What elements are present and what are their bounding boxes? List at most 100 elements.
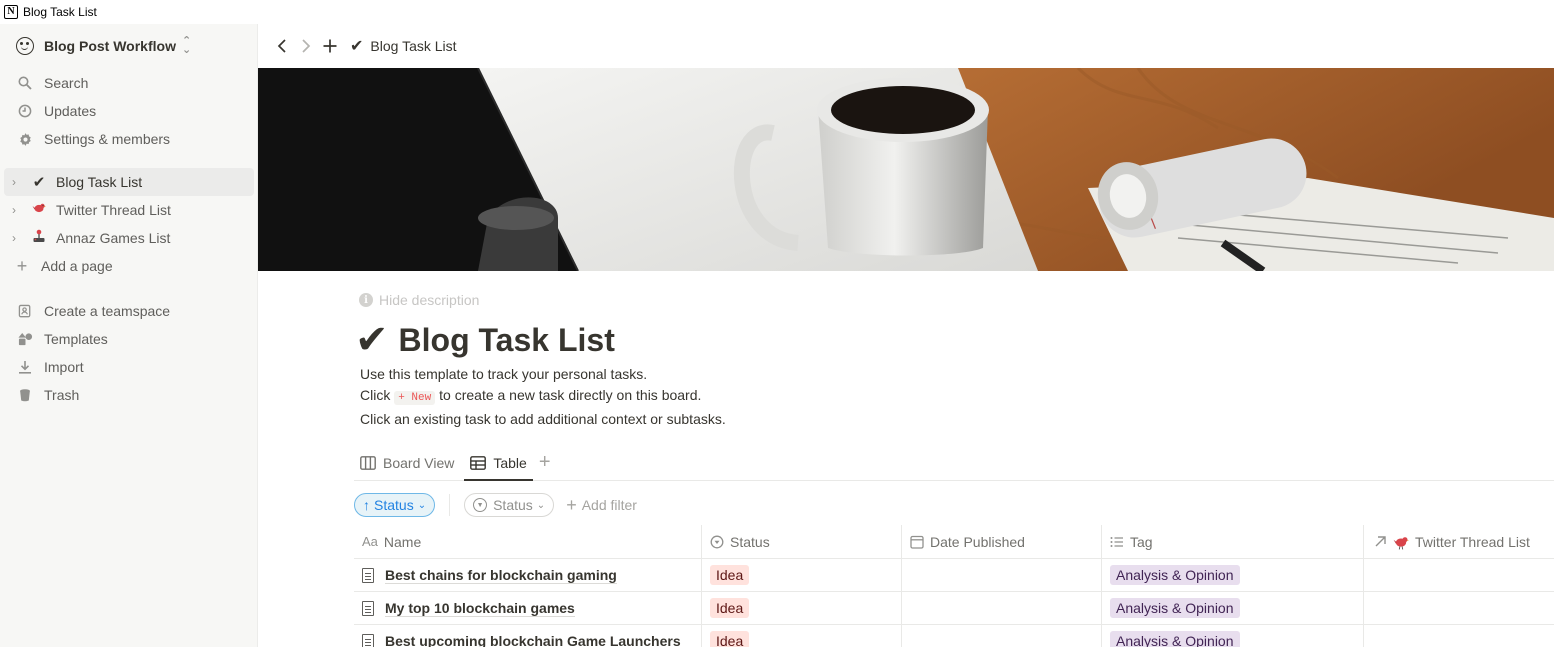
sidebar-page-twitter-thread-list[interactable]: › Twitter Thread List — [0, 196, 257, 224]
cell-twitter-thread-list[interactable] — [1364, 559, 1554, 591]
search-icon — [17, 75, 33, 91]
forward-arrow-icon[interactable] — [294, 34, 318, 58]
page-cover-image[interactable] — [258, 68, 1554, 271]
sidebar-page-label: Annaz Games List — [56, 230, 171, 246]
cell-tag[interactable]: Analysis & Opinion — [1102, 592, 1364, 624]
back-arrow-icon[interactable] — [270, 34, 294, 58]
add-page-button[interactable]: + Add a page — [0, 252, 257, 280]
cell-date-published[interactable] — [902, 559, 1102, 591]
sidebar-item-label: Trash — [44, 387, 80, 403]
tab-label: Board View — [383, 454, 455, 471]
sidebar-page-label: Twitter Thread List — [56, 202, 171, 218]
column-header-date-published[interactable]: Date Published — [902, 525, 1102, 558]
row-title[interactable]: Best upcoming blockchain Game Launchers — [385, 633, 681, 647]
check-mark-icon: ✔ — [350, 38, 364, 55]
divider — [449, 494, 451, 516]
page-title[interactable]: ✔ Blog Task List — [355, 318, 615, 362]
inline-code-new: + New — [394, 391, 436, 405]
sidebar-item-settings[interactable]: Settings & members — [0, 125, 257, 153]
table-row[interactable]: Best upcoming blockchain Game Launchers … — [354, 625, 1554, 647]
tab-board-view[interactable]: Board View — [354, 446, 460, 479]
cell-status[interactable]: Idea — [702, 559, 902, 591]
sidebar-item-label: Updates — [44, 103, 97, 119]
column-header-tag[interactable]: Tag — [1102, 525, 1364, 558]
column-header-twitter-thread-list[interactable]: Twitter Thread List — [1364, 525, 1554, 558]
page-description[interactable]: Use this template to track your personal… — [360, 364, 726, 430]
sidebar-item-label: Search — [44, 75, 89, 91]
sidebar-page-label: Blog Task List — [56, 174, 143, 190]
add-view-plus-icon[interactable]: + — [539, 446, 551, 479]
cell-tag[interactable]: Analysis & Opinion — [1102, 559, 1364, 591]
cell-twitter-thread-list[interactable] — [1364, 625, 1554, 647]
sort-pill[interactable]: ↑ Status ⌄ — [354, 493, 436, 517]
row-title[interactable]: My top 10 blockchain games — [385, 600, 575, 617]
cell-date-published[interactable] — [902, 592, 1102, 624]
row-title[interactable]: Best chains for blockchain gaming — [385, 567, 617, 584]
sidebar-item-search[interactable]: Search — [0, 69, 257, 97]
sidebar-page-annaz-games-list[interactable]: › Annaz Games List — [0, 224, 257, 252]
teamspace-icon — [17, 303, 33, 319]
cell-tag[interactable]: Analysis & Opinion — [1102, 625, 1364, 647]
tab-table[interactable]: Table — [464, 446, 533, 481]
chevron-right-icon[interactable]: › — [12, 231, 26, 245]
bird-icon — [30, 201, 48, 219]
cell-twitter-thread-list[interactable] — [1364, 592, 1554, 624]
arrow-up-icon: ↑ — [363, 497, 370, 513]
add-filter-button[interactable]: + Add filter — [566, 495, 637, 516]
relation-arrow-icon — [1374, 535, 1387, 548]
chevron-right-icon[interactable]: › — [12, 203, 26, 217]
workspace-switcher[interactable]: Blog Post Workflow ⌃ ⌄ — [10, 33, 191, 59]
updown-chevron-icon: ⌃ ⌄ — [181, 35, 192, 56]
workspace-name: Blog Post Workflow — [44, 38, 176, 54]
sidebar-item-create-teamspace[interactable]: Create a teamspace — [0, 297, 257, 325]
document-icon — [362, 600, 374, 616]
gear-icon — [17, 131, 33, 147]
check-mark-icon[interactable]: ✔ — [355, 320, 389, 360]
status-badge: Idea — [710, 565, 750, 585]
sidebar-item-import[interactable]: Import — [0, 353, 257, 381]
table-row[interactable]: Best chains for blockchain gaming Idea A… — [354, 559, 1554, 592]
table-row[interactable]: My top 10 blockchain games Idea Analysis… — [354, 592, 1554, 625]
sidebar: Blog Post Workflow ⌃ ⌄ Search Updates Set… — [0, 24, 258, 647]
hide-description-button[interactable]: i Hide description — [359, 292, 479, 308]
column-label: Date Published — [930, 533, 1025, 550]
cell-status[interactable]: Idea — [702, 625, 902, 647]
cell-name[interactable]: Best upcoming blockchain Game Launchers — [354, 625, 702, 647]
column-header-status[interactable]: Status — [702, 525, 902, 558]
view-tabs: Board View Table + — [354, 446, 1554, 481]
hide-description-label: Hide description — [379, 292, 480, 308]
cell-date-published[interactable] — [902, 625, 1102, 647]
status-icon — [710, 535, 724, 549]
sidebar-item-label: Create a teamspace — [44, 303, 171, 319]
new-page-plus-icon[interactable] — [318, 34, 342, 58]
chevron-right-icon[interactable]: › — [12, 175, 26, 189]
description-line-3: Click an existing task to add additional… — [360, 411, 726, 427]
page-title-text[interactable]: Blog Task List — [399, 322, 615, 359]
sidebar-item-templates[interactable]: Templates — [0, 325, 257, 353]
description-line-1: Use this template to track your personal… — [360, 366, 648, 382]
sidebar-item-trash[interactable]: Trash — [0, 381, 257, 409]
sidebar-page-blog-task-list[interactable]: › ✔ Blog Task List — [4, 168, 254, 196]
cell-status[interactable]: Idea — [702, 592, 902, 624]
cell-name[interactable]: My top 10 blockchain games — [354, 592, 702, 624]
window-titlebar: N Blog Task List — [0, 0, 1554, 24]
top-bar: ✔ Blog Task List — [258, 24, 1554, 68]
list-icon — [1110, 535, 1124, 549]
column-label: Name — [383, 533, 422, 550]
text-type-icon: Aa — [362, 534, 378, 549]
window-title: Blog Task List — [23, 5, 97, 19]
notion-logo-icon: N — [4, 5, 18, 19]
description-text: Click — [360, 387, 391, 403]
column-header-name[interactable]: Aa Name — [354, 525, 702, 558]
table-header: Aa Name Status Date Published Tag Twitte… — [354, 525, 1554, 559]
status-filter-pill[interactable]: ▼ Status ⌄ — [464, 493, 555, 517]
sidebar-item-updates[interactable]: Updates — [0, 97, 257, 125]
breadcrumb[interactable]: ✔ Blog Task List — [350, 36, 457, 56]
tag-badge: Analysis & Opinion — [1110, 598, 1240, 618]
joystick-icon — [30, 229, 48, 247]
cell-name[interactable]: Best chains for blockchain gaming — [354, 559, 702, 591]
chevron-down-icon: ⌄ — [536, 499, 546, 511]
database-table: Aa Name Status Date Published Tag Twitte… — [354, 525, 1554, 647]
tag-badge: Analysis & Opinion — [1110, 565, 1240, 585]
column-label: Status — [730, 533, 770, 550]
